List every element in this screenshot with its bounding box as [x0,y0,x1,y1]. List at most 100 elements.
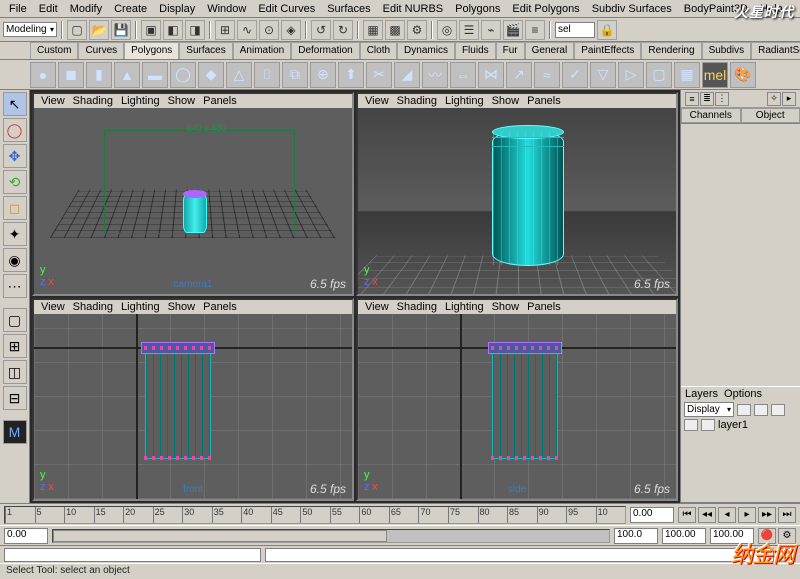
step-fwd-icon[interactable]: ▸▸ [758,507,776,523]
layer-btn2[interactable] [754,404,768,416]
viewport-front[interactable]: View Shading Lighting Show Panels yz x f… [32,298,354,502]
playblast-icon[interactable]: 🎬 [503,20,523,40]
rp-axis-icon[interactable]: ✧ [767,92,781,106]
menu-edit[interactable]: Edit [34,2,63,16]
shelf-tab-rendering[interactable]: Rendering [641,42,701,59]
menu-surfaces[interactable]: Surfaces [322,2,375,16]
vp-canvas-persp2[interactable]: yz x 6.5 fps [358,108,676,294]
smooth-icon[interactable]: 〰 [422,62,448,88]
maya-logo-icon[interactable]: M [3,420,27,444]
shelf-tab-animation[interactable]: Animation [233,42,291,59]
vp-shading[interactable]: Shading [394,95,440,107]
shelf-tab-surfaces[interactable]: Surfaces [179,42,232,59]
vp-shading[interactable]: Shading [70,95,116,107]
reduce-icon[interactable]: ▽ [590,62,616,88]
vp-panels[interactable]: Panels [524,95,564,107]
shelf-tab-painteffects[interactable]: PaintEffects [574,42,641,59]
shelf-tab-radiant[interactable]: RadiantSquare [751,42,800,59]
range-slider[interactable] [52,529,610,543]
bevel-icon[interactable]: ◢ [394,62,420,88]
outliner-icon[interactable]: ☰ [459,20,479,40]
history2-icon[interactable]: ↻ [333,20,353,40]
rp-opt-icon[interactable]: ▸ [782,92,796,106]
current-frame-field[interactable]: 0.00 [630,507,674,523]
layer-display-dropdown[interactable]: Display [684,402,734,417]
poly-sphere-icon[interactable]: ● [30,62,56,88]
range-start-field[interactable]: 0.00 [4,528,48,544]
selection-field[interactable]: sel [555,22,595,38]
menu-subdiv[interactable]: Subdiv Surfaces [587,2,677,16]
mel-icon[interactable]: mel [702,62,728,88]
render-ipr-icon[interactable]: ▩ [385,20,405,40]
render-globals-icon[interactable]: ⚙ [407,20,427,40]
render-icon[interactable]: ▦ [363,20,383,40]
select-mask2-icon[interactable]: ◧ [163,20,183,40]
vp-lighting[interactable]: Lighting [118,301,163,313]
range-end-field[interactable]: 100.0 [614,528,658,544]
last-tool[interactable]: ⋯ [3,274,27,298]
new-scene-icon[interactable]: ▢ [67,20,87,40]
layer-btn3[interactable] [771,404,785,416]
layer-row[interactable]: layer1 [681,418,800,432]
mel-output[interactable] [265,548,774,562]
vp-view[interactable]: View [362,95,392,107]
vp-view[interactable]: View [38,95,68,107]
vp-shading[interactable]: Shading [394,301,440,313]
tab-channels[interactable]: Channels [681,108,741,123]
menu-display[interactable]: Display [154,2,200,16]
poly-pipe-icon[interactable]: ⌷ [254,62,280,88]
boolean-icon[interactable]: ⊕ [310,62,336,88]
snap-plane-icon[interactable]: ◈ [281,20,301,40]
cylinder-object[interactable] [492,130,564,266]
step-back-icon[interactable]: ◂◂ [698,507,716,523]
poly-plane-icon[interactable]: ▬ [142,62,168,88]
vp-canvas-persp[interactable]: 640 x 480 yz x camera1 6.5 fps [34,108,352,294]
select-tool[interactable]: ↖ [3,92,27,116]
vp-lighting[interactable]: Lighting [442,95,487,107]
vp-shading[interactable]: Shading [70,301,116,313]
snap-grid-icon[interactable]: ⊞ [215,20,235,40]
menu-file[interactable]: File [4,2,32,16]
rp-icon2[interactable]: ≣ [700,92,714,106]
cylinder-object[interactable] [492,347,558,459]
menu-create[interactable]: Create [109,2,152,16]
vp-show[interactable]: Show [489,95,523,107]
avg-icon[interactable]: ≈ [534,62,560,88]
layer-vis-toggle[interactable] [684,419,698,431]
extrude-icon[interactable]: ⬆ [338,62,364,88]
snap-point-icon[interactable]: ⊙ [259,20,279,40]
shelf-tab-general[interactable]: General [525,42,575,59]
lock-icon[interactable]: 🔒 [597,20,617,40]
poly-prism-icon[interactable]: ◆ [198,62,224,88]
viewport-persp[interactable]: View Shading Lighting Show Panels 640 x … [32,92,354,296]
vp-panels[interactable]: Panels [200,95,240,107]
time-ruler[interactable]: 1510152025303540455055606570758085909510 [4,506,626,524]
vp-show[interactable]: Show [165,95,199,107]
uv-icon[interactable]: ▦ [674,62,700,88]
goto-end-icon[interactable]: ⏭ [778,507,796,523]
vp-view[interactable]: View [38,301,68,313]
script-icon[interactable]: ≡ [525,20,545,40]
shelf-tab-fur[interactable]: Fur [496,42,525,59]
mode-dropdown[interactable]: Modeling [3,22,57,37]
vp-show[interactable]: Show [489,301,523,313]
snap-curve-icon[interactable]: ∿ [237,20,257,40]
combine-icon[interactable]: ⧉ [282,62,308,88]
layout-tri-icon[interactable]: ⊟ [3,386,27,410]
shelf-tab-curves[interactable]: Curves [78,42,124,59]
layout-single-icon[interactable]: ▢ [3,308,27,332]
viewport-side[interactable]: View Shading Lighting Show Panels yz x s… [356,298,678,502]
poly-cone-icon[interactable]: ▲ [114,62,140,88]
mirror-icon[interactable]: ⇔ [450,62,476,88]
vp-view[interactable]: View [362,301,392,313]
manip-tool[interactable]: ✦ [3,222,27,246]
hyper-icon[interactable]: ◎ [437,20,457,40]
poly-cylinder-icon[interactable]: ▮ [86,62,112,88]
paint-icon[interactable]: 🎨 [730,62,756,88]
menu-edit-curves[interactable]: Edit Curves [253,2,320,16]
time-slider[interactable]: 1510152025303540455055606570758085909510… [0,503,800,525]
vp-canvas-front[interactable]: yz x front 6.5 fps [34,314,352,500]
shelf-tab-cloth[interactable]: Cloth [360,42,397,59]
vp-lighting[interactable]: Lighting [118,95,163,107]
soft-tool[interactable]: ◉ [3,248,27,272]
